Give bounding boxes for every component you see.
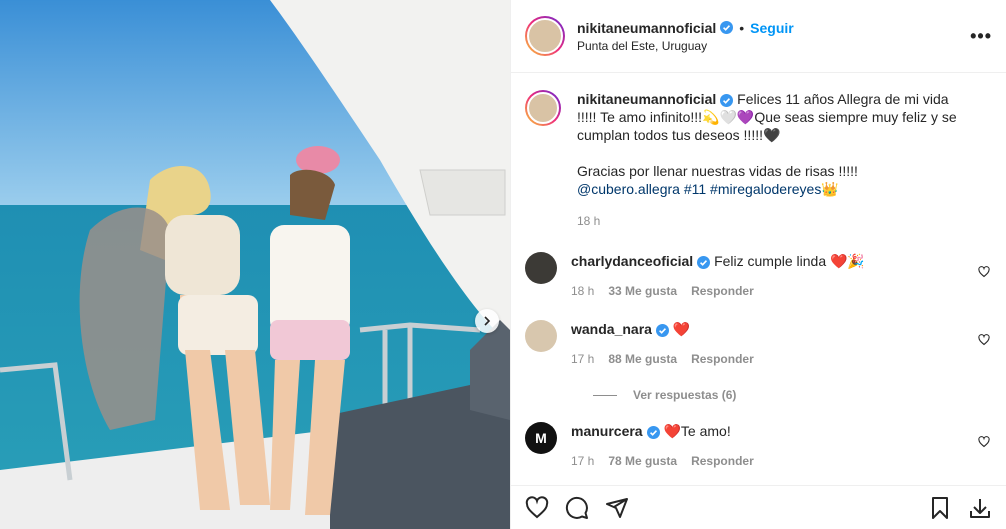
follow-button[interactable]: Seguir bbox=[750, 20, 794, 36]
comment-item: M manurcera ❤️Te amo! 17 h 78 Me gusta R… bbox=[525, 422, 990, 470]
comment-text: ❤️ bbox=[672, 321, 691, 337]
comment-item: charlydanceoficial Feliz cumple linda ❤️… bbox=[525, 252, 990, 300]
reply-button[interactable]: Responder bbox=[691, 350, 754, 368]
mention-link[interactable]: @cubero.allegra bbox=[577, 181, 680, 197]
chevron-right-icon bbox=[484, 316, 491, 326]
comment-time[interactable]: 18 h bbox=[571, 282, 594, 300]
heart-icon[interactable] bbox=[978, 436, 990, 448]
hashtag-link[interactable]: #11 bbox=[684, 181, 706, 197]
post-actions-bar bbox=[511, 485, 1006, 529]
download-icon[interactable] bbox=[968, 496, 992, 520]
author-avatar[interactable] bbox=[525, 16, 565, 56]
commenter-username[interactable]: charlydanceoficial bbox=[571, 253, 693, 269]
caption-avatar[interactable] bbox=[525, 90, 561, 126]
post-details-panel: nikitaneumannoficial • Seguir Punta del … bbox=[510, 0, 1006, 529]
comment-item: wanda_nara ❤️ 17 h 88 Me gusta Responder bbox=[525, 320, 990, 368]
comment-text: ❤️Te amo! bbox=[663, 423, 731, 439]
post-photo[interactable] bbox=[0, 0, 510, 529]
heart-icon[interactable] bbox=[525, 495, 549, 520]
replies-divider bbox=[593, 394, 617, 396]
heart-icon[interactable] bbox=[978, 334, 990, 346]
next-photo-button[interactable] bbox=[475, 309, 499, 333]
author-username[interactable]: nikitaneumannoficial bbox=[577, 20, 716, 36]
comment-likes[interactable]: 78 Me gusta bbox=[608, 452, 677, 470]
share-icon[interactable] bbox=[605, 496, 629, 520]
caption: nikitaneumannoficial Felices 11 años All… bbox=[525, 90, 990, 230]
post-photo-image bbox=[0, 0, 510, 529]
post-location[interactable]: Punta del Este, Uruguay bbox=[577, 39, 970, 53]
caption-text-2: Gracias por llenar nuestras vidas de ris… bbox=[577, 163, 858, 179]
crown-emoji: 👑 bbox=[821, 181, 839, 197]
comment-icon[interactable] bbox=[565, 496, 589, 520]
instagram-post-view: nikitaneumannoficial • Seguir Punta del … bbox=[0, 0, 1006, 529]
verified-badge-icon bbox=[697, 255, 711, 269]
reply-button[interactable]: Responder bbox=[691, 452, 754, 470]
separator-dot: • bbox=[739, 19, 745, 36]
bookmark-icon[interactable] bbox=[928, 496, 952, 520]
comment-text: Feliz cumple linda ❤️🎉 bbox=[714, 253, 865, 269]
comment-likes[interactable]: 88 Me gusta bbox=[608, 350, 677, 368]
verified-badge-icon bbox=[720, 93, 734, 107]
verified-badge-icon bbox=[646, 425, 660, 439]
post-header: nikitaneumannoficial • Seguir Punta del … bbox=[511, 0, 1006, 73]
comment-likes[interactable]: 33 Me gusta bbox=[608, 282, 677, 300]
verified-badge-icon bbox=[720, 21, 734, 34]
view-replies-button[interactable]: Ver respuestas (6) bbox=[593, 388, 990, 402]
reply-button[interactable]: Responder bbox=[691, 282, 754, 300]
commenter-avatar[interactable]: M bbox=[525, 422, 557, 454]
commenter-username[interactable]: manurcera bbox=[571, 423, 643, 439]
caption-time[interactable]: 18 h bbox=[577, 212, 600, 230]
comment-time[interactable]: 17 h bbox=[571, 350, 594, 368]
caption-username[interactable]: nikitaneumannoficial bbox=[577, 91, 716, 107]
comment-time[interactable]: 17 h bbox=[571, 452, 594, 470]
heart-icon[interactable] bbox=[978, 266, 990, 278]
verified-badge-icon bbox=[655, 323, 669, 337]
commenter-username[interactable]: wanda_nara bbox=[571, 321, 652, 337]
comments-list[interactable]: nikitaneumannoficial Felices 11 años All… bbox=[511, 74, 1006, 484]
caption-tags: @cubero.allegra #11 #miregalodereyes👑 bbox=[577, 180, 968, 198]
view-replies-label: Ver respuestas (6) bbox=[633, 388, 737, 402]
hashtag-link[interactable]: #miregalodereyes bbox=[710, 181, 821, 197]
more-options-icon[interactable]: ••• bbox=[970, 26, 992, 47]
commenter-avatar[interactable] bbox=[525, 252, 557, 284]
caption-line-1: nikitaneumannoficial Felices 11 años All… bbox=[577, 90, 968, 144]
commenter-avatar[interactable] bbox=[525, 320, 557, 352]
